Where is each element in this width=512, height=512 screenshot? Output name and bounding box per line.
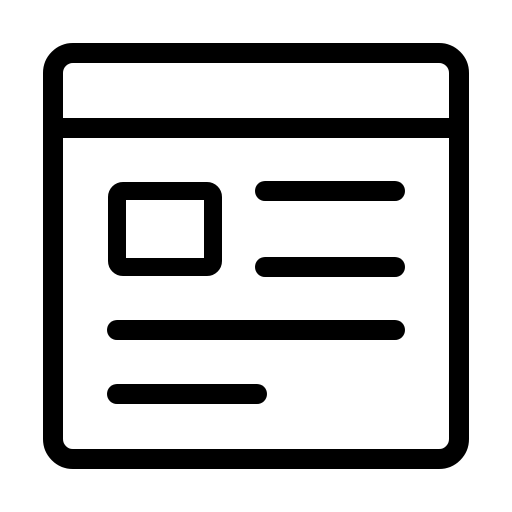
- webpage-layout-icon: [43, 43, 469, 469]
- image-placeholder: [108, 182, 222, 276]
- icon-canvas: [0, 0, 512, 512]
